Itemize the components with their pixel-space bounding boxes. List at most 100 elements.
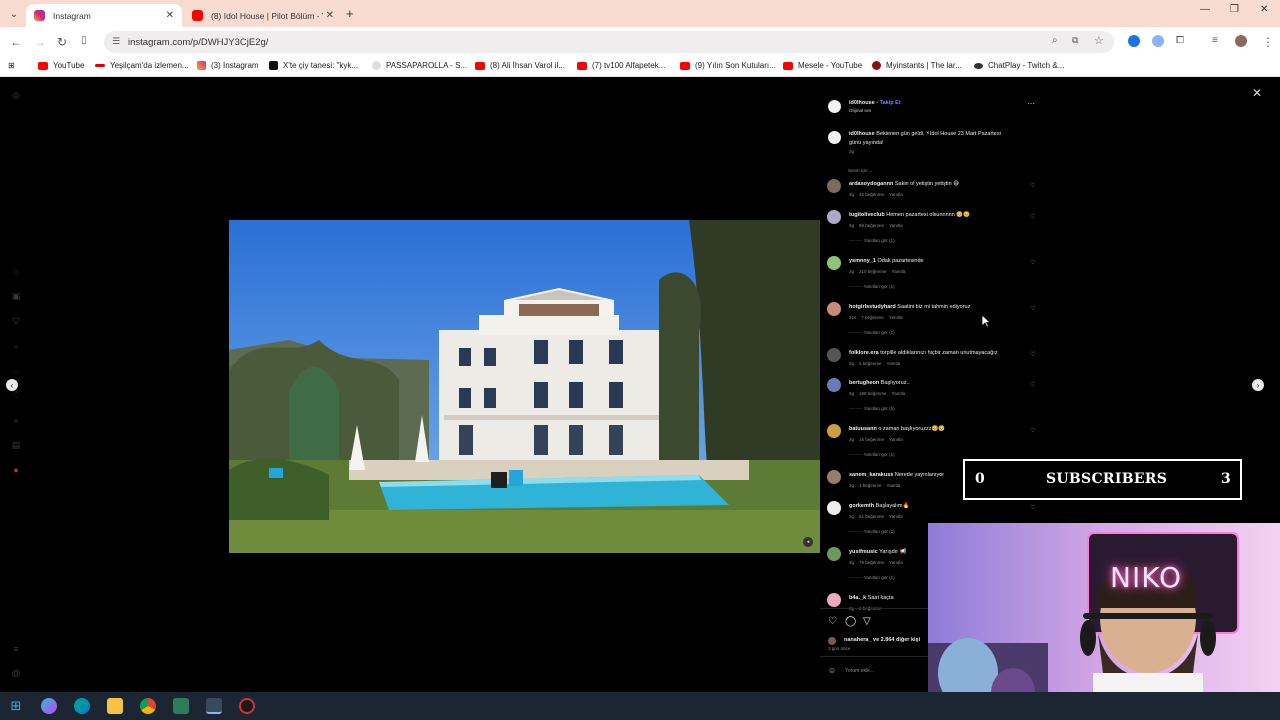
next-post-icon[interactable]: › bbox=[1252, 379, 1264, 391]
create-icon[interactable]: + bbox=[10, 416, 22, 428]
obs-icon[interactable] bbox=[239, 698, 255, 714]
commenter-avatar[interactable] bbox=[827, 302, 841, 316]
comment-username[interactable]: ardasoydogannn bbox=[849, 181, 893, 187]
view-replies-button[interactable]: ——— Yanıtları gör (1) bbox=[849, 452, 895, 457]
reply-button[interactable]: Yanıtla bbox=[889, 514, 903, 519]
comment-like-count[interactable]: 7 beğenme bbox=[861, 315, 884, 320]
bookmark-youtube[interactable]: YouTube bbox=[38, 61, 84, 70]
reply-button[interactable]: Yanıtla bbox=[889, 560, 903, 565]
notifications-icon[interactable]: ♡ bbox=[10, 390, 22, 402]
comment-username[interactable]: sanem_karakuss bbox=[849, 472, 893, 478]
comment-sort-dropdown[interactable]: Senin için ⌄ bbox=[848, 168, 873, 174]
comment-username[interactable]: ysmnny_1 bbox=[849, 258, 876, 264]
more-options-icon[interactable]: ⋯ bbox=[1027, 99, 1035, 108]
comment-like-count[interactable]: 188 beğenme bbox=[859, 391, 887, 396]
copilot-icon[interactable] bbox=[41, 698, 57, 714]
comment-like-icon[interactable]: ♡ bbox=[1030, 381, 1035, 388]
caption-avatar[interactable] bbox=[828, 131, 841, 144]
reload-icon[interactable]: ↻ bbox=[57, 35, 67, 49]
reply-button[interactable]: Yanıtla bbox=[892, 269, 906, 274]
post-media[interactable]: ◂ bbox=[229, 90, 820, 684]
reply-button[interactable]: Yanıtla bbox=[889, 315, 903, 320]
dashboard-icon[interactable]: ▤ bbox=[10, 440, 22, 452]
comment-username[interactable]: tugitoliveclub bbox=[849, 212, 885, 218]
like-icon[interactable]: ♡ bbox=[828, 616, 837, 627]
comment-like-count[interactable]: 5 beğenme bbox=[859, 361, 882, 366]
commenter-avatar[interactable] bbox=[827, 424, 841, 438]
commenter-avatar[interactable] bbox=[827, 470, 841, 484]
comment-like-icon[interactable]: ♡ bbox=[1030, 427, 1035, 434]
previous-post-icon[interactable]: ‹ bbox=[6, 379, 18, 391]
comment-like-count[interactable]: 61 beğenme bbox=[859, 514, 884, 519]
reply-button[interactable]: Yanıtla bbox=[889, 192, 903, 197]
bookmark-star-icon[interactable]: ☆ bbox=[1094, 34, 1104, 47]
comment-like-icon[interactable]: ♡ bbox=[1030, 351, 1035, 358]
comment-input[interactable]: Yorum ekle... bbox=[845, 668, 874, 674]
edge-icon[interactable] bbox=[74, 698, 90, 714]
share-icon[interactable]: ▽ bbox=[863, 616, 871, 627]
caption-username[interactable]: id0lhouse bbox=[849, 131, 875, 137]
extensions-puzzle-icon[interactable]: ⧠ bbox=[1176, 35, 1184, 46]
audio-label[interactable]: Orijinal ses bbox=[849, 108, 871, 113]
comment-like-count[interactable]: 210 beğenme bbox=[859, 269, 887, 274]
comment-username[interactable]: batuusann bbox=[849, 426, 877, 432]
comment-like-count[interactable]: 16 beğenme bbox=[859, 437, 884, 442]
tab-search-icon[interactable]: ⌄ bbox=[6, 6, 22, 22]
more-menu-icon[interactable]: ≡ bbox=[10, 644, 22, 656]
media-control-icon[interactable]: ≡ bbox=[1212, 35, 1218, 46]
commenter-avatar[interactable] bbox=[827, 348, 841, 362]
comment-like-count[interactable]: 42 beğenme bbox=[859, 192, 884, 197]
profile-icon[interactable]: ● bbox=[10, 465, 22, 477]
search-icon[interactable]: ⌕ bbox=[10, 341, 22, 353]
commenter-avatar[interactable] bbox=[827, 256, 841, 270]
comment-username[interactable]: hotgirlsstudyhard bbox=[849, 304, 896, 310]
bookmark-tv100[interactable]: (7) tv100 Alfapetek... bbox=[577, 61, 665, 70]
instagram-logo-icon[interactable]: ◎ bbox=[10, 90, 22, 102]
comment-username[interactable]: gorkemth bbox=[849, 503, 874, 509]
bookmark-ali-ihsan[interactable]: (8) Ali İhsan Varol il... bbox=[475, 61, 565, 70]
apps-icon[interactable]: ⊞ bbox=[8, 61, 15, 70]
comment-like-count[interactable]: 79 beğenme bbox=[859, 560, 884, 565]
view-replies-button[interactable]: ——— Yanıtları gör (1) bbox=[849, 238, 895, 243]
bookmark-mesele[interactable]: Mesele - YouTube bbox=[783, 61, 862, 70]
tab-instagram[interactable]: Instagram ✕ bbox=[26, 4, 182, 27]
side-panel-icon[interactable]: ▯ bbox=[81, 35, 87, 46]
reply-button[interactable]: Yanıtla bbox=[887, 483, 901, 488]
view-replies-button[interactable]: ——— Yanıtları gör (1) bbox=[849, 284, 895, 289]
commenter-avatar[interactable] bbox=[827, 501, 841, 515]
emoji-icon[interactable]: ☺ bbox=[828, 666, 836, 675]
reply-button[interactable]: Yanıtla bbox=[889, 437, 903, 442]
zoom-icon[interactable]: ⌕ bbox=[1052, 35, 1058, 46]
follow-button[interactable]: Takip Et bbox=[880, 100, 901, 106]
commenter-avatar[interactable] bbox=[827, 179, 841, 193]
file-explorer-icon[interactable] bbox=[107, 698, 123, 714]
tab-youtube[interactable]: (8) Idol House | Pilot Bölüm - Yo ✕ bbox=[184, 4, 342, 27]
comment-like-count[interactable]: 86 beğenme bbox=[859, 223, 884, 228]
comment-username[interactable]: yusifmusic bbox=[849, 549, 878, 555]
comment-like-count[interactable]: 1 beğenme bbox=[859, 483, 882, 488]
send-icon[interactable]: ▽ bbox=[10, 316, 22, 328]
comment-icon[interactable]: ◯ bbox=[845, 616, 856, 627]
bookmark-chatplay[interactable]: ChatPlay - Twitch &... bbox=[974, 61, 1064, 70]
commenter-avatar[interactable] bbox=[827, 378, 841, 392]
author-username[interactable]: id0lhouse bbox=[849, 100, 875, 106]
view-replies-button[interactable]: ——— Yanıtları gör (5) bbox=[849, 406, 895, 411]
comment-like-icon[interactable]: ♡ bbox=[1030, 305, 1035, 312]
chrome-icon[interactable] bbox=[140, 698, 156, 714]
reply-button[interactable]: Yanıtla bbox=[892, 391, 906, 396]
bookmark-yilin-son[interactable]: (9) Yılın Son Kutuları... bbox=[680, 61, 776, 70]
windows-start-icon[interactable]: ⊞ bbox=[8, 698, 24, 714]
view-replies-button[interactable]: ——— Yanıtları gör (1) bbox=[849, 575, 895, 580]
commenter-avatar[interactable] bbox=[827, 210, 841, 224]
home-icon[interactable]: ⌂ bbox=[10, 266, 22, 278]
threads-icon[interactable]: @ bbox=[10, 668, 22, 680]
profile-avatar[interactable] bbox=[1235, 35, 1247, 47]
bookmark-myinstants[interactable]: Myinstants | The lar... bbox=[872, 61, 962, 70]
reply-button[interactable]: Yanıtla bbox=[889, 223, 903, 228]
likes-text[interactable]: nanahera_ ve 2.864 diğer kişi bbox=[844, 637, 920, 643]
install-icon[interactable]: ⧉ bbox=[1072, 35, 1078, 46]
bookmark-yesilcam[interactable]: Yeşilçam'da izlemen... bbox=[95, 61, 189, 70]
forward-icon[interactable]: → bbox=[34, 35, 46, 49]
author-avatar[interactable] bbox=[828, 100, 841, 113]
comment-like-icon[interactable]: ♡ bbox=[1030, 504, 1035, 511]
